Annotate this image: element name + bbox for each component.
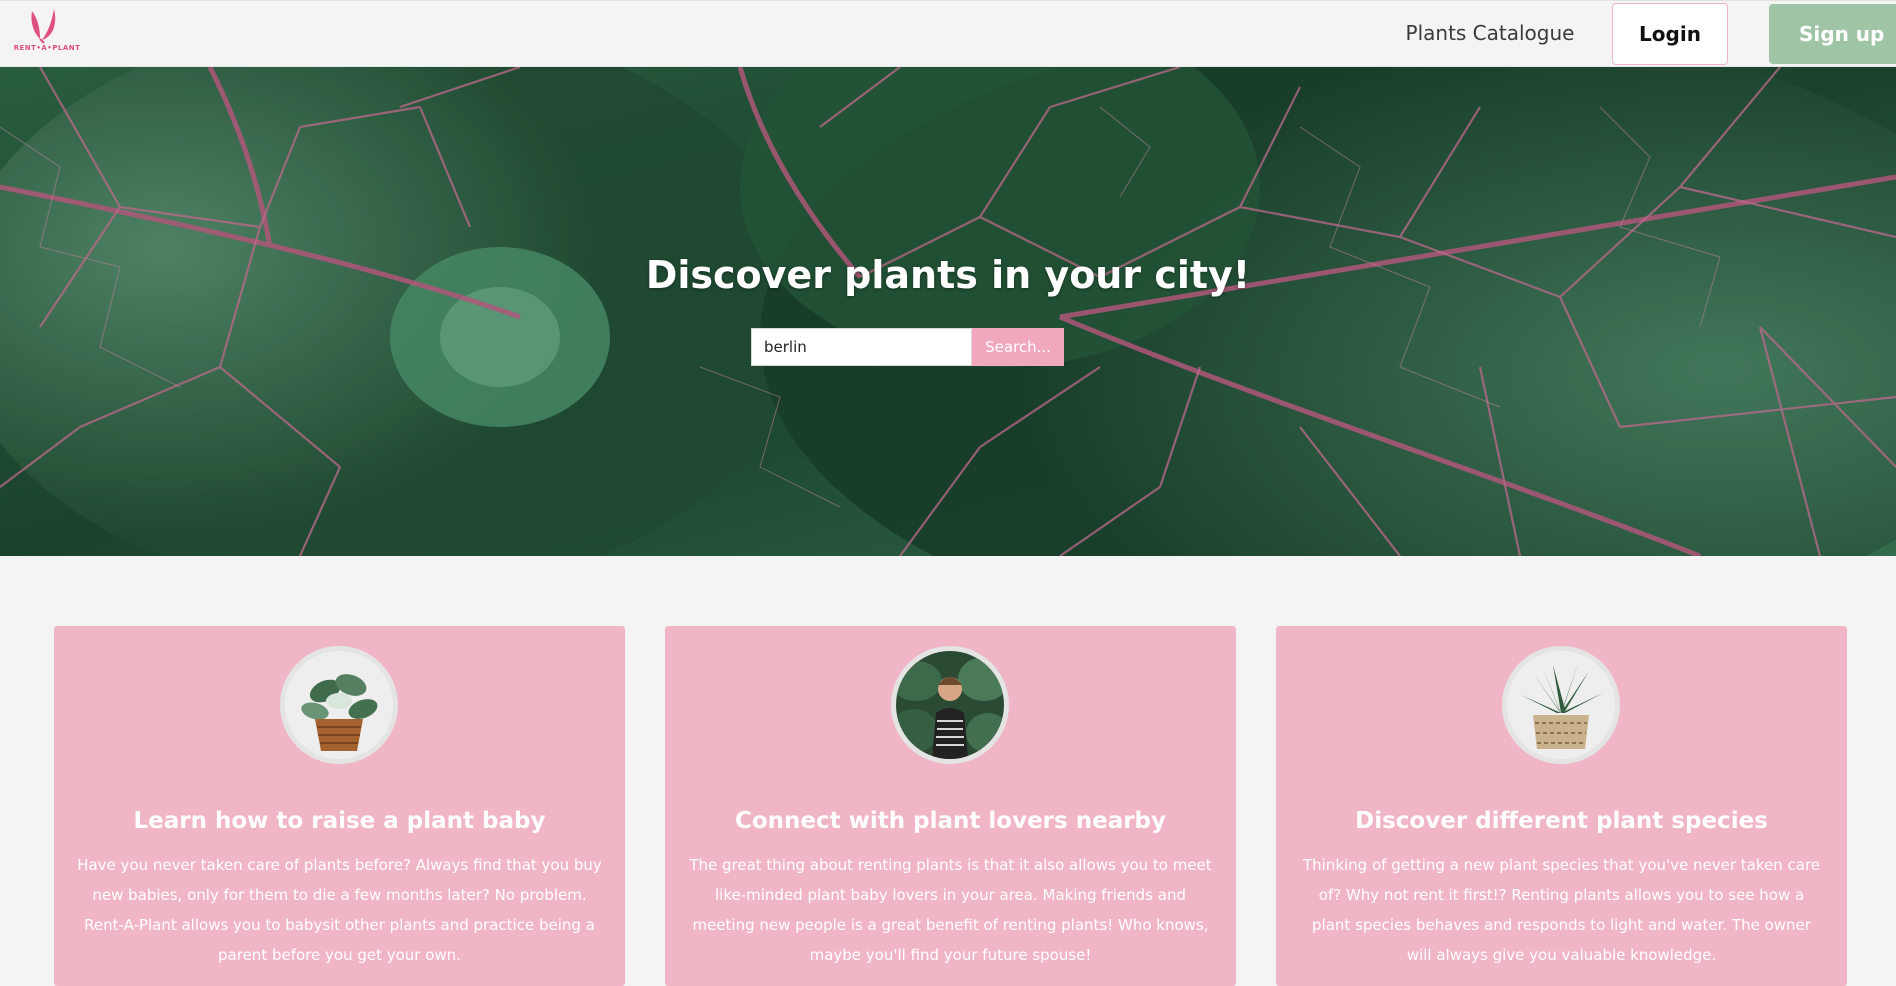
feature-card-connect: Connect with plant lovers nearby The gre… <box>665 626 1236 986</box>
card-description: Have you never taken care of plants befo… <box>77 856 602 964</box>
city-search-input[interactable] <box>751 328 972 366</box>
plant-logo-icon <box>31 9 56 44</box>
plants-catalogue-link[interactable]: Plants Catalogue <box>1395 21 1585 45</box>
person-image <box>891 646 1009 764</box>
card-title: Learn how to raise a plant baby <box>133 808 546 834</box>
search-button[interactable]: Search... <box>972 328 1064 366</box>
card-description: The great thing about renting plants is … <box>689 856 1212 964</box>
card-description: Thinking of getting a new plant species … <box>1302 856 1821 964</box>
potted-plant-image <box>280 646 398 764</box>
hero-title: Discover plants in your city! <box>645 253 1251 297</box>
feature-card-raise-plant: Learn how to raise a plant baby Have you… <box>54 626 625 986</box>
hero-banner: Discover plants in your city! Search... <box>0 67 1896 556</box>
login-button[interactable]: Login <box>1612 3 1728 65</box>
signup-button[interactable]: Sign up <box>1769 4 1896 64</box>
brand-logo[interactable]: RENT•A•PLANT <box>8 7 80 57</box>
feature-card-species: Discover different plant species Thinkin… <box>1276 626 1847 986</box>
card-title: Connect with plant lovers nearby <box>734 808 1167 834</box>
top-navbar: RENT•A•PLANT Plants Catalogue Login Sign… <box>0 0 1896 67</box>
succulent-image <box>1502 646 1620 764</box>
brand-logo-text: RENT•A•PLANT <box>13 44 81 52</box>
card-title: Discover different plant species <box>1355 808 1768 834</box>
leaf-background-image <box>0 67 1896 556</box>
